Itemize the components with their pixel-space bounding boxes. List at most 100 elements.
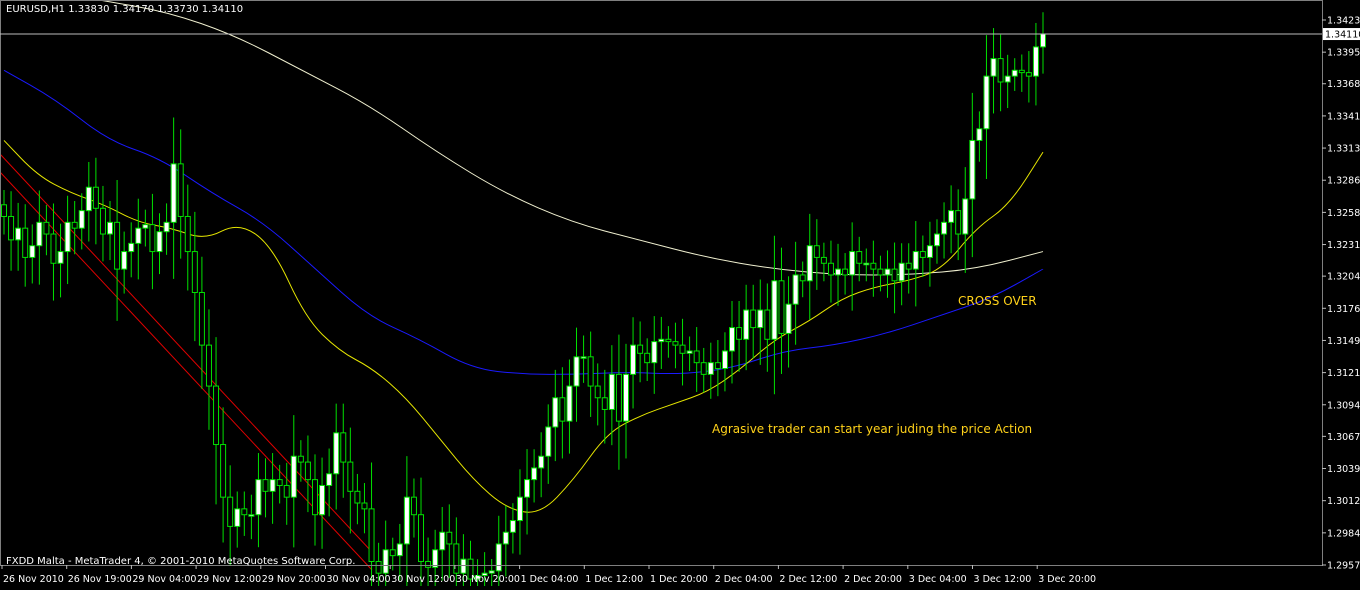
candle-bull (849, 251, 856, 276)
y-tick-label: 1.31215 (1327, 368, 1360, 379)
x-tick-label: 1 Dec 12:00 (585, 574, 643, 585)
x-tick-label: 26 Nov 19:00 (68, 574, 132, 585)
y-tick-label: 1.33955 (1327, 48, 1360, 59)
candle-bear (870, 262, 877, 270)
candle-bull (538, 455, 545, 469)
candle-bear (198, 292, 205, 346)
candle-bear (114, 221, 121, 270)
x-tick-label: 29 Nov 20:00 (262, 574, 326, 585)
candle-bull (941, 221, 948, 235)
candle-bull (396, 543, 403, 557)
candle-bear (375, 560, 382, 574)
candle-bull (976, 128, 983, 141)
candle-bull (36, 221, 43, 247)
candle-bull (64, 221, 71, 253)
candle-bull (1040, 33, 1046, 48)
candle-bull (651, 341, 658, 364)
x-tick-label: 2 Dec 20:00 (844, 574, 902, 585)
candle-bear (856, 251, 863, 264)
y-tick-label: 1.29845 (1327, 528, 1360, 539)
candle-bear (276, 479, 283, 486)
candle-bear (955, 210, 962, 235)
y-tick-label: 1.32310 (1327, 240, 1360, 251)
x-tick-label: 29 Nov 04:00 (132, 574, 196, 585)
candle-bear (615, 373, 622, 422)
candle-bear (220, 444, 227, 498)
candle-bull (382, 549, 389, 574)
y-tick-label: 1.30670 (1327, 432, 1360, 443)
candle-bear (99, 207, 106, 235)
candle-bear (262, 479, 269, 492)
candle-bull (912, 251, 919, 270)
candle-bull (15, 227, 22, 241)
candle-bear (177, 163, 184, 217)
candle-bull (326, 473, 333, 486)
current-price-label: 1.34110 (1325, 30, 1360, 41)
copyright-footer: FXDD Malta - MetaTrader 4, © 2001-2010 M… (6, 556, 356, 567)
candle-bear (1025, 72, 1032, 77)
candle-bull (524, 479, 531, 498)
symbol-header: EURUSD,H1 1.33830 1.34170 1.33730 1.3411… (6, 4, 244, 15)
candle-bear (410, 496, 417, 516)
candle-bear (764, 309, 771, 340)
candle-bull (290, 455, 297, 498)
candle-bear (304, 461, 311, 481)
y-tick-label: 1.30940 (1327, 400, 1360, 411)
y-tick-label: 1.30120 (1327, 496, 1360, 507)
candle-bear (446, 531, 453, 545)
candle-bull (495, 543, 502, 572)
candle-bull (170, 163, 177, 223)
candle-bear (1, 204, 7, 217)
x-tick-label: 3 Dec 12:00 (974, 574, 1032, 585)
y-tick-label: 1.33135 (1327, 144, 1360, 155)
candle-bear (877, 268, 884, 276)
candle-bear (8, 215, 15, 241)
y-tick-label: 1.33410 (1327, 111, 1360, 122)
price-chart[interactable]: 1.34230 1.33955 1.33685 1.33410 1.33135 1.328… (0, 0, 1360, 590)
y-tick-label: 1.32860 (1327, 176, 1360, 187)
candle-bear (283, 484, 290, 498)
candle-bear (149, 224, 156, 253)
candle-bear (644, 352, 651, 364)
candle-bear (389, 549, 396, 557)
candle-bear (340, 432, 347, 463)
x-tick-label: 30 Nov 04:00 (327, 574, 391, 585)
candle-bear (714, 362, 721, 370)
candle-bull (269, 479, 276, 492)
y-tick-label: 1.32585 (1327, 208, 1360, 219)
candle-bull (156, 231, 163, 253)
candle-bear (750, 309, 757, 329)
candle-bull (608, 373, 615, 410)
chart-canvas: 1.34230 1.33955 1.33685 1.33410 1.33135 1.328… (0, 0, 1360, 590)
candle-bear (827, 262, 834, 276)
candle-bear (736, 327, 743, 340)
x-tick-label: 2 Dec 04:00 (715, 574, 773, 585)
candle-bull (1032, 46, 1039, 77)
candle-bear (799, 274, 806, 282)
candle-bear (368, 508, 375, 562)
candle-bull (255, 479, 262, 516)
candle-bear (191, 251, 198, 294)
candle-bull (933, 233, 940, 247)
candle-bear (311, 479, 318, 516)
candle-bull (580, 356, 587, 359)
candle-bull (743, 309, 750, 340)
candle-bull (990, 58, 997, 77)
y-tick-label: 1.33685 (1327, 79, 1360, 90)
candle-bear (813, 245, 820, 258)
x-tick-label: 3 Dec 20:00 (1038, 574, 1096, 585)
candle-bull (545, 426, 552, 457)
candle-bear (601, 397, 608, 410)
candle-bull (319, 484, 326, 516)
candle-bull (107, 221, 114, 235)
candle-bull (488, 570, 495, 574)
candle-bull (509, 520, 516, 533)
y-tick-label: 1.30395 (1327, 464, 1360, 475)
candle-bull (969, 139, 976, 200)
candle-bull (707, 362, 714, 375)
x-tick-label: 30 Nov 20:00 (456, 574, 520, 585)
candle-bear (354, 490, 361, 504)
candle-bear (22, 227, 29, 258)
candle-bull (835, 268, 842, 276)
candle-bull (948, 210, 955, 223)
